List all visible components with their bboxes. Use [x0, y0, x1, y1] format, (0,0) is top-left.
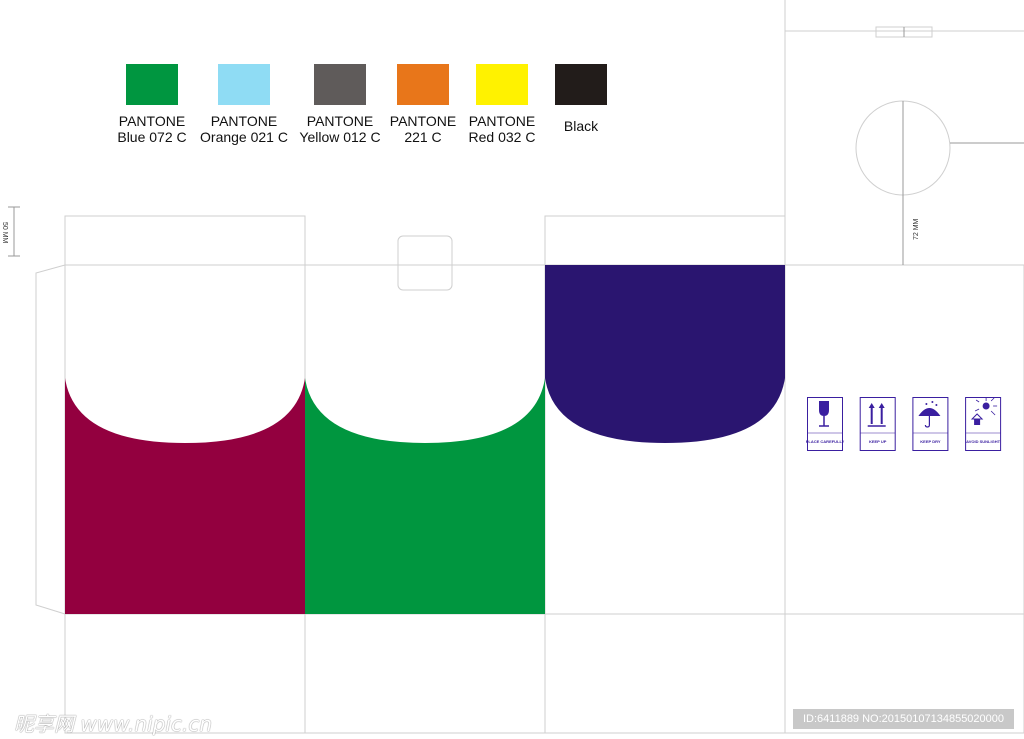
swatch-line2: Blue 072 C [117, 129, 187, 145]
handling-icon-label: KEEP UP [869, 439, 887, 444]
handling-icon-label: PLACE CAREFULLY [806, 439, 845, 444]
sun-icon: AVOID SUNLIGHT [965, 397, 1002, 451]
dieline: 50 MM 72 MM PLACE CAREFULLY KEEP UP KEEP D… [1, 0, 1024, 734]
color-swatch [126, 64, 178, 105]
swatch-line2: Black [563, 118, 599, 134]
swatch-line1: PANTONE [118, 113, 186, 129]
color-swatch [476, 64, 528, 105]
dimension-lines [8, 27, 1024, 265]
panel-1-color-area [65, 378, 305, 614]
swatch-label: PANTONE Blue 072 C [102, 113, 202, 145]
wine-glass-icon: PLACE CAREFULLY [806, 397, 845, 451]
swatch-line2: Orange 021 C [200, 129, 288, 145]
panel-3-color-area [545, 265, 785, 443]
color-swatch [555, 64, 607, 105]
color-swatch [218, 64, 270, 105]
arrows-up-icon: KEEP UP [859, 397, 896, 451]
handling-icon-label: AVOID SUNLIGHT [966, 439, 1000, 444]
cut-lines [35, 0, 1024, 734]
color-swatch [397, 64, 449, 105]
watermark-id: ID:6411889 NO:20150107134855020000 [793, 709, 1014, 729]
dimension-label-left: 50 MM [1, 222, 8, 244]
swatch-label: Black [531, 118, 631, 134]
panel-2-color-area [305, 378, 545, 614]
color-swatch [314, 64, 366, 105]
swatch-label: PANTONE Orange 021 C [194, 113, 294, 145]
watermark-site: 昵享网 www.nipic.cn [14, 712, 213, 736]
handling-icon-label: KEEP DRY [920, 439, 941, 444]
dimension-label-right: 72 MM [913, 218, 920, 240]
swatch-line1: PANTONE [210, 113, 278, 129]
handling-icons: PLACE CAREFULLY KEEP UP KEEP DRY AVOID SUNL… [806, 397, 1002, 451]
umbrella-icon: KEEP DRY [912, 397, 949, 451]
